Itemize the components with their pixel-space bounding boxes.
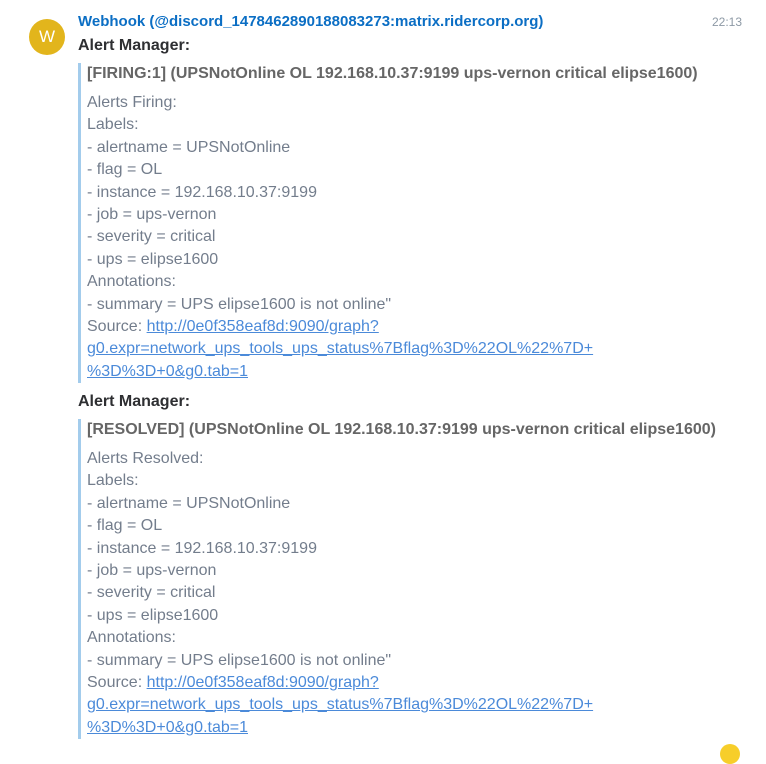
alert-line: - instance = 192.168.10.37:9199 [87,183,317,201]
alert-line: - job = ups-vernon [87,562,217,580]
alert-line: Annotations: [87,629,176,647]
alert-line: - summary = UPS elipse1600 is not online… [87,651,392,669]
alert-quote: [FIRING:1] (UPSNotOnline OL 192.168.10.3… [78,63,738,384]
alert-line: - flag = OL [87,161,163,179]
alert-line: - instance = 192.168.10.37:9199 [87,539,317,557]
alert-line: Labels: [87,116,139,134]
message-resolved: Alert Manager: [RESOLVED] (UPSNotOnline … [78,391,738,740]
alert-line: - ups = elipse1600 [87,250,219,268]
message-title: Alert Manager: [78,393,191,410]
source-link[interactable]: http://0e0f358eaf8d:9090/graph? [147,674,379,691]
alert-line: - job = ups-vernon [87,206,217,224]
alert-line: Alerts Resolved: [87,450,204,467]
source-label: Source: [87,674,147,692]
source-label: Source: [87,318,147,336]
alert-header: [FIRING:1] (UPSNotOnline OL 192.168.10.3… [87,65,698,82]
alert-line: Annotations: [87,273,176,291]
message-firing: Alert Manager: [FIRING:1] (UPSNotOnline … [78,35,738,384]
alert-line: - severity = critical [87,228,216,246]
alert-line: - alertname = UPSNotOnline [87,494,291,512]
message-timestamp: 22:13 [712,15,743,29]
alert-line: - flag = OL [87,517,163,535]
sender-name[interactable]: Webhook (@discord_1478462890188083273:ma… [78,13,543,31]
avatar-letter: W [38,27,56,46]
source-link[interactable]: g0.expr=network_ups_tools_ups_status%7Bf… [87,696,593,713]
source-line: Source: http://0e0f358eaf8d:9090/graph? [87,316,738,338]
alert-line: Labels: [87,472,139,490]
message-title: Alert Manager: [78,37,191,54]
avatar[interactable]: W [29,19,65,55]
source-link[interactable]: g0.expr=network_ups_tools_ups_status%7Bf… [87,340,593,357]
emoji-reaction-icon[interactable] [720,744,740,764]
source-link[interactable]: %3D%3D+0&g0.tab=1 [87,719,248,736]
alert-line: - severity = critical [87,584,216,602]
source-link[interactable]: %3D%3D+0&g0.tab=1 [87,363,248,380]
alert-line: - ups = elipse1600 [87,606,219,624]
source-line: Source: http://0e0f358eaf8d:9090/graph? [87,672,738,694]
source-link[interactable]: http://0e0f358eaf8d:9090/graph? [147,318,379,335]
alert-quote: [RESOLVED] (UPSNotOnline OL 192.168.10.3… [78,419,738,740]
alert-line: Alerts Firing: [87,94,177,111]
alert-line: - alertname = UPSNotOnline [87,138,291,156]
alert-line: - summary = UPS elipse1600 is not online… [87,295,392,313]
alert-header: [RESOLVED] (UPSNotOnline OL 192.168.10.3… [87,421,716,438]
